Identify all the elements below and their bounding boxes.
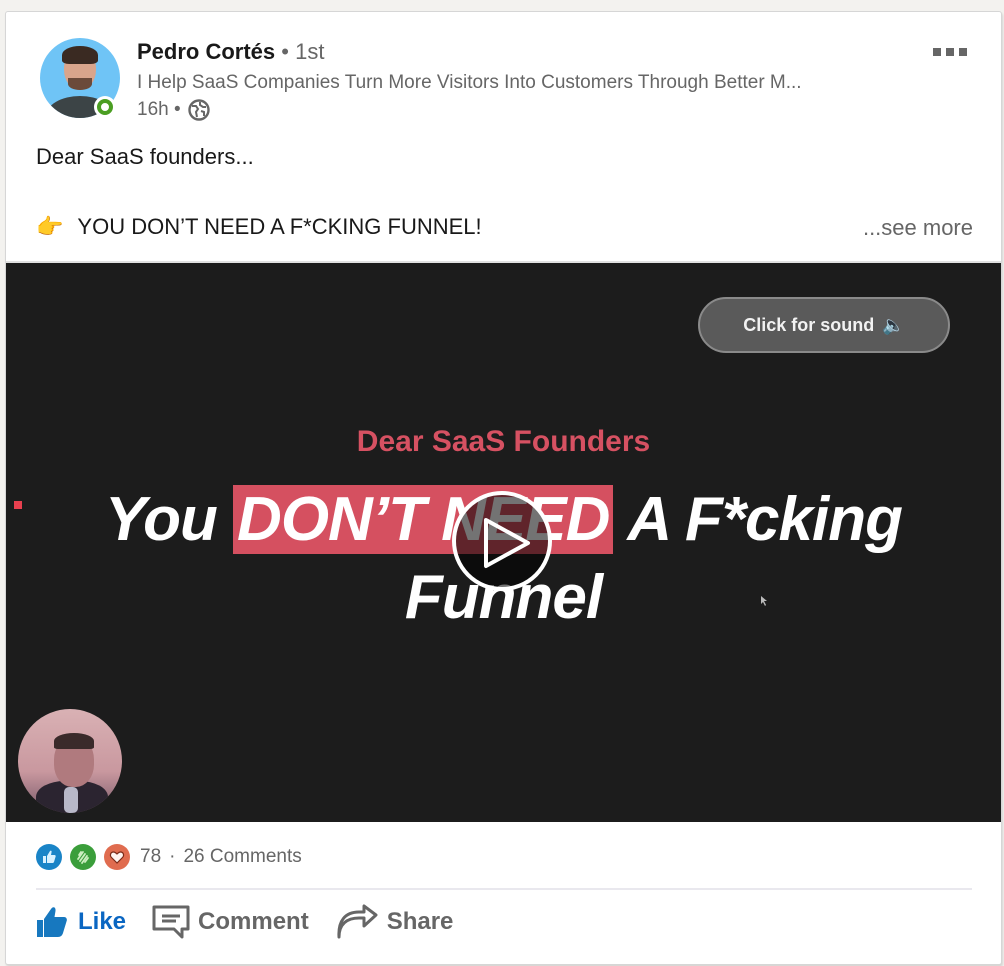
more-options-icon — [933, 48, 941, 56]
avatar-beard — [68, 78, 92, 90]
like-button[interactable]: Like — [34, 904, 126, 940]
share-icon — [337, 904, 378, 939]
like-label: Like — [78, 908, 127, 935]
share-button[interactable]: Share — [335, 904, 454, 940]
post-actions: Like Comment Share — [34, 904, 453, 940]
comment-label: Comment — [198, 908, 309, 935]
more-dot — [959, 48, 967, 56]
post-meta: 16h • — [137, 98, 211, 122]
post-time: 16h • — [137, 99, 181, 120]
globe-icon — [187, 98, 211, 122]
comment-button[interactable]: Comment — [152, 905, 309, 939]
sound-button-label: Click for sound — [743, 314, 875, 335]
thumbs-up-icon — [37, 907, 67, 937]
comment-icon — [152, 905, 190, 939]
pointing-hand-emoji-icon: 👉 — [36, 214, 64, 239]
play-icon — [484, 518, 530, 568]
celebrate-reaction-icon — [70, 844, 96, 870]
author-name-row: Pedro Cortés • 1st — [137, 38, 324, 66]
video-player[interactable]: Click for sound 🔈 Dear SaaS Founders You… — [6, 261, 1001, 822]
connection-degree: • 1st — [281, 39, 325, 64]
microphone-icon — [64, 787, 78, 813]
share-label: Share — [386, 908, 454, 935]
more-dot — [946, 48, 954, 56]
mouse-cursor-icon — [761, 596, 767, 606]
presenter-hair — [54, 733, 94, 749]
more-options-button[interactable] — [929, 44, 971, 60]
post-text-line1: Dear SaaS founders... — [36, 144, 254, 169]
reaction-count[interactable]: 78 — [140, 846, 161, 868]
video-title-start: You — [105, 485, 234, 554]
play-button[interactable] — [452, 491, 552, 591]
video-title-highlight: DON’T NEED — [233, 485, 614, 554]
presenter-webcam-bubble — [18, 709, 122, 813]
actions-divider — [36, 888, 972, 890]
comments-count[interactable]: 26 Comments — [183, 846, 301, 868]
speaker-icon: 🔈 — [882, 314, 905, 335]
post-text-line2: 👉 YOU DON’T NEED A F*CKING FUNNEL! — [36, 213, 482, 241]
video-title-end: A F*cking — [613, 485, 903, 554]
social-counts[interactable]: 78 · 26 Comments — [36, 844, 302, 870]
see-more-link[interactable]: ...see more — [863, 214, 973, 242]
like-reaction-icon — [36, 844, 62, 870]
avatar-hair — [62, 46, 98, 64]
online-status-indicator — [94, 96, 116, 118]
love-reaction-icon — [104, 844, 130, 870]
separator: · — [169, 846, 176, 867]
author-name[interactable]: Pedro Cortés — [137, 39, 275, 64]
author-headline: I Help SaaS Companies Turn More Visitors… — [137, 72, 802, 93]
post-text-headline: YOU DON’T NEED A F*CKING FUNNEL! — [77, 214, 482, 239]
feed-post-card: Pedro Cortés • 1st I Help SaaS Companies… — [5, 11, 1002, 965]
video-subtitle: Dear SaaS Founders — [356, 425, 651, 458]
click-for-sound-button[interactable]: Click for sound 🔈 — [698, 297, 950, 353]
